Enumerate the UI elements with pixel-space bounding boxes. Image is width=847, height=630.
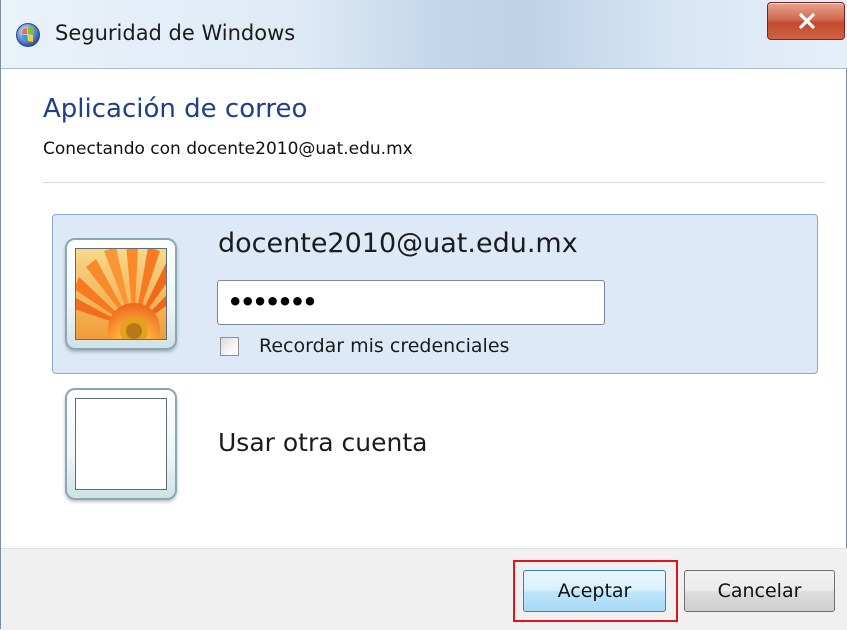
flower-avatar-icon: [65, 238, 177, 350]
separator: [43, 182, 825, 183]
cancel-button[interactable]: Cancelar: [684, 570, 835, 612]
use-other-account-option[interactable]: Usar otra cuenta: [218, 428, 427, 457]
close-icon: [799, 13, 815, 29]
close-button[interactable]: [767, 2, 845, 40]
windows-security-icon: [15, 22, 41, 48]
accept-button[interactable]: Aceptar: [523, 570, 666, 612]
security-dialog: Seguridad de Windows Aplicación de corre…: [0, 0, 847, 630]
remember-credentials-checkbox[interactable]: [220, 337, 239, 356]
blank-avatar-icon[interactable]: [65, 388, 177, 500]
remember-credentials-label[interactable]: Recordar mis credenciales: [259, 335, 509, 357]
password-field[interactable]: •••••••: [217, 280, 605, 325]
dialog-subheading: Conectando con docente2010@uat.edu.mx: [43, 139, 413, 159]
window-title: Seguridad de Windows: [55, 21, 296, 45]
dialog-heading: Aplicación de correo: [43, 94, 308, 124]
account-email: docente2010@uat.edu.mx: [218, 228, 578, 259]
title-bar[interactable]: Seguridad de Windows: [1, 0, 847, 69]
